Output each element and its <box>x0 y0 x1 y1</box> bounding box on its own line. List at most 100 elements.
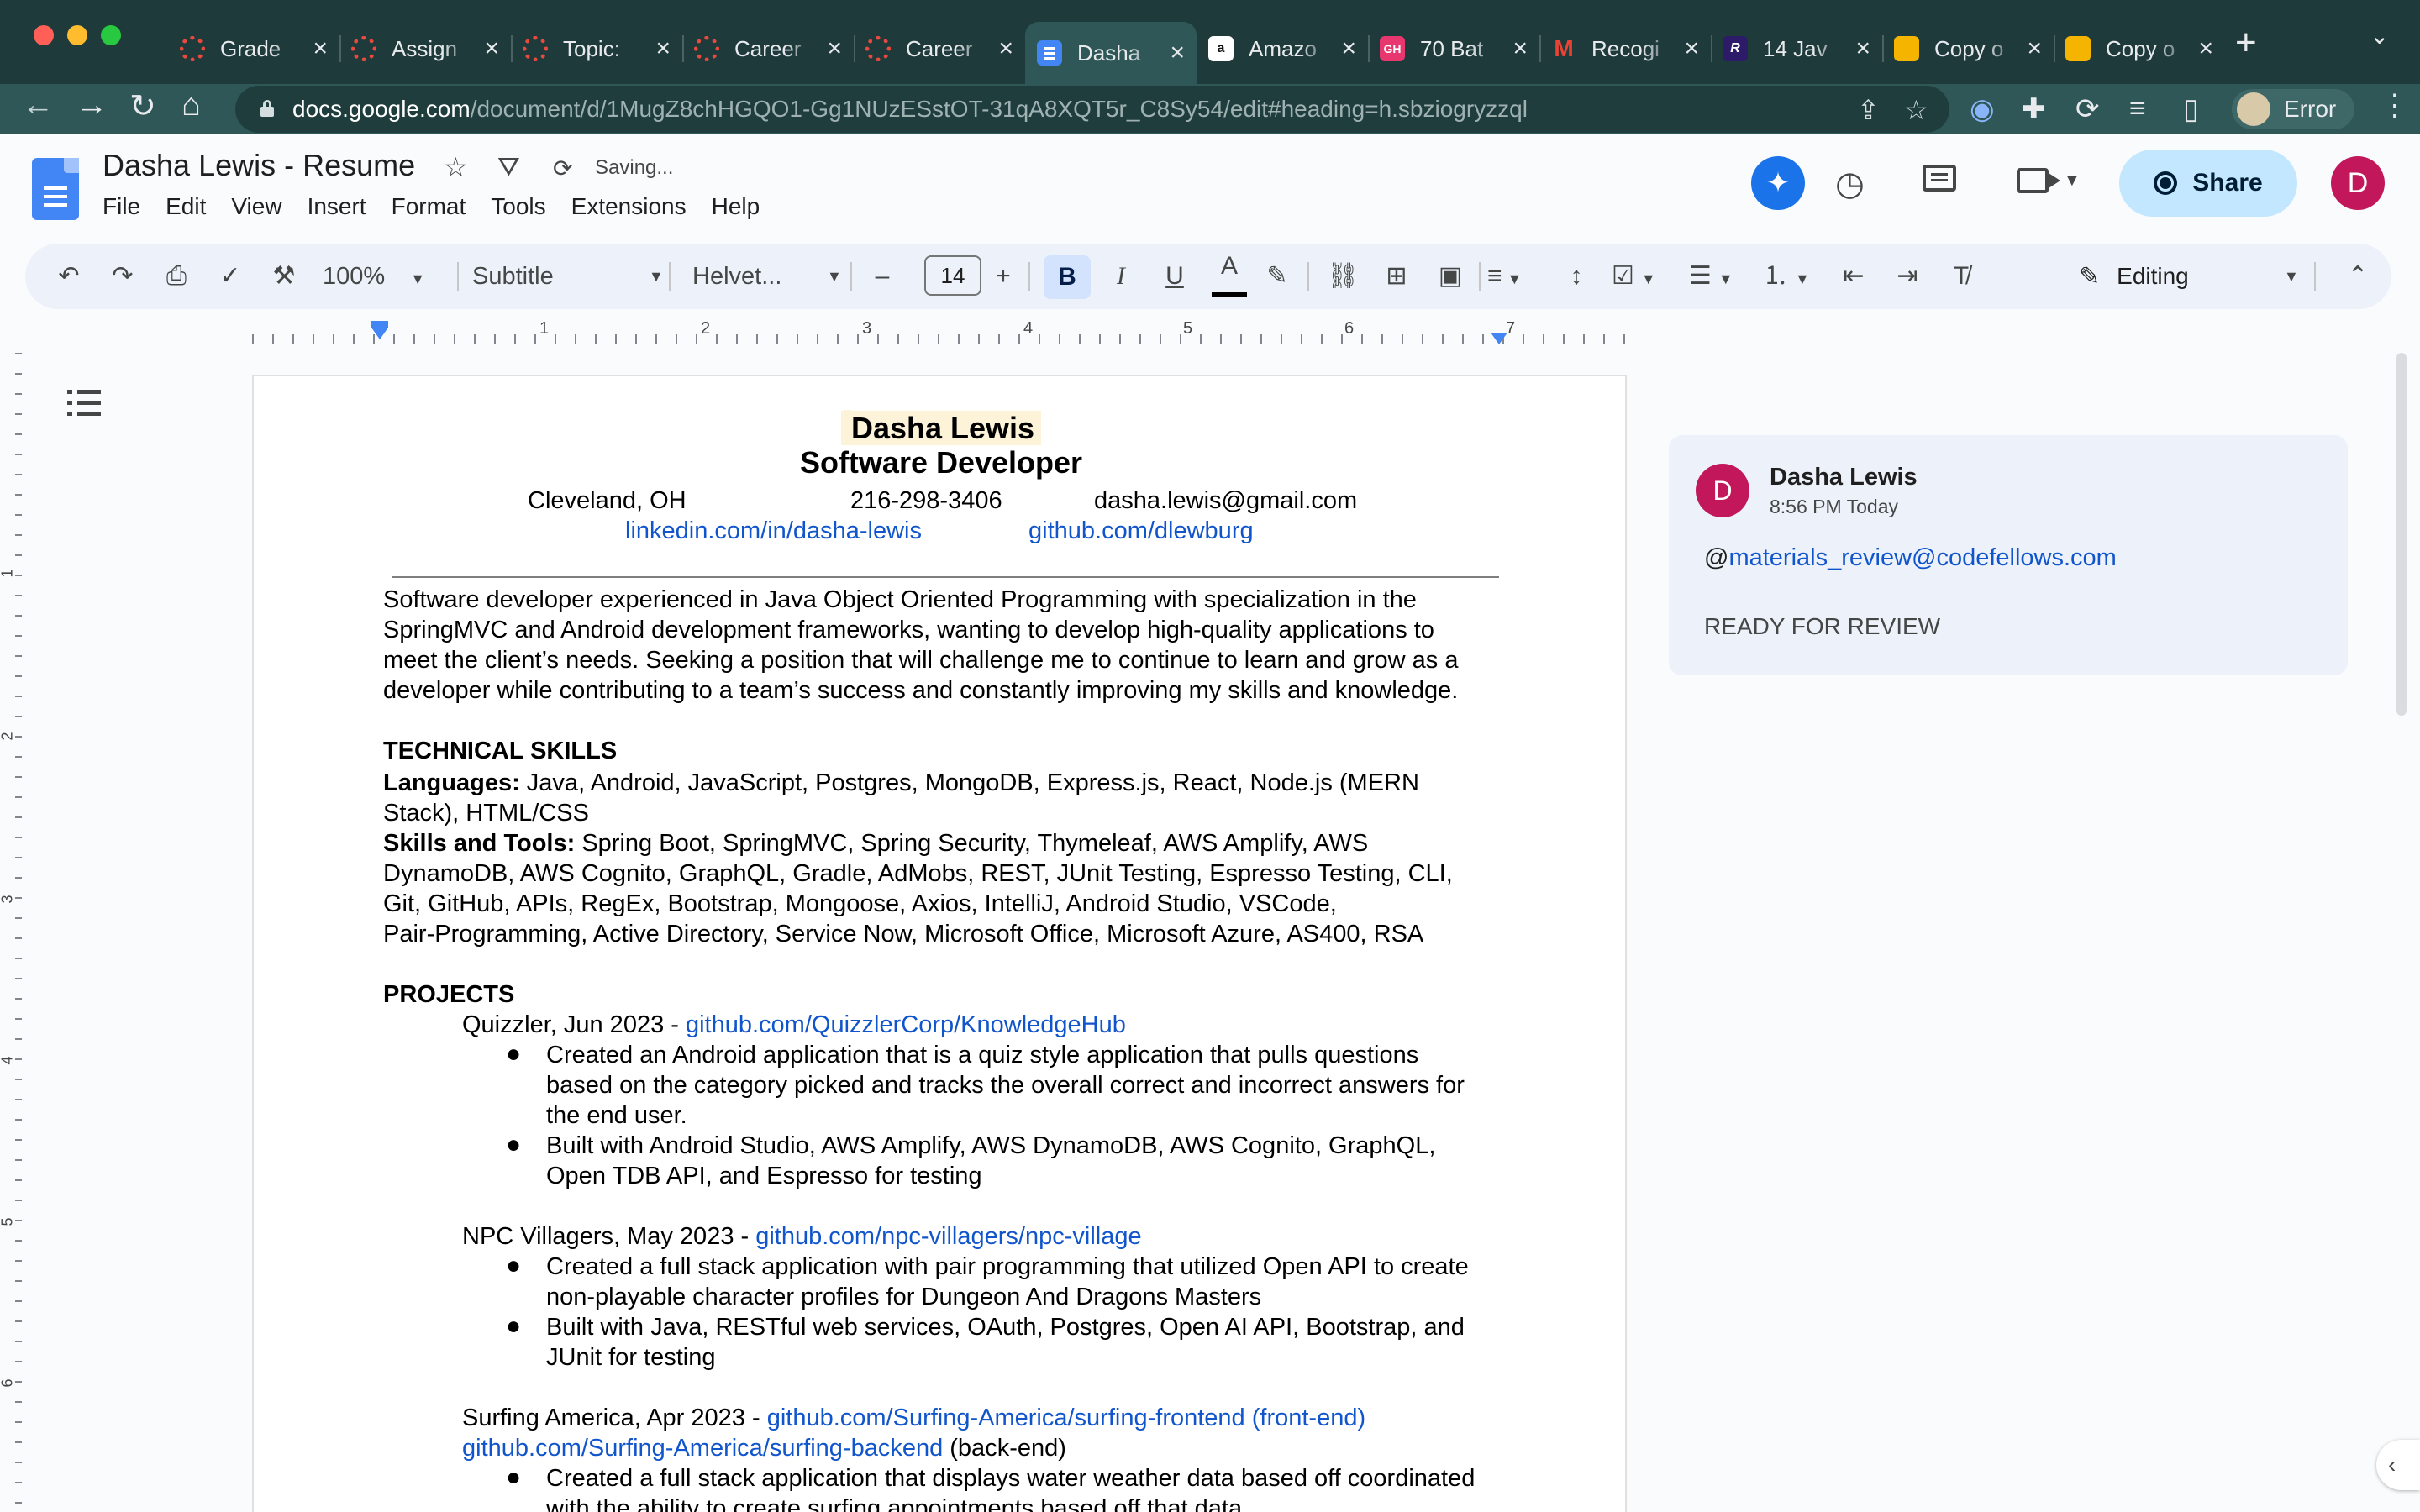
paragraph-style-select[interactable]: Subtitle ▼ <box>472 257 674 296</box>
tab-close-icon[interactable]: × <box>998 34 1013 63</box>
tab-close-icon[interactable]: × <box>2027 34 2042 63</box>
browser-tab[interactable]: GH 70 Bat × <box>1368 22 1539 76</box>
linkedin-link[interactable]: linkedin.com/in/dasha-lewis <box>625 516 922 546</box>
mention-link[interactable]: materials_review@codefellows.com <box>1728 544 2116 571</box>
menu-item-edit[interactable]: Edit <box>166 193 206 220</box>
lock-icon[interactable] <box>260 100 274 117</box>
spellcheck-icon[interactable]: ✓ <box>213 257 247 296</box>
sync-extension-icon[interactable]: ⟳ <box>2075 92 2100 126</box>
right-indent-marker[interactable] <box>1491 333 1507 344</box>
undo-icon[interactable]: ↶ <box>52 257 86 296</box>
underline-button[interactable]: U <box>1158 257 1192 296</box>
side-panel-icon[interactable]: ▯ <box>2183 92 2199 126</box>
home-icon[interactable]: ⌂ <box>182 87 201 123</box>
project-link[interactable]: github.com/Surfing-America/surfing-front… <box>767 1404 1365 1431</box>
menu-item-extensions[interactable]: Extensions <box>571 193 687 220</box>
left-indent-marker[interactable] <box>371 321 388 339</box>
new-tab-button[interactable]: + <box>2235 22 2257 64</box>
browser-tab[interactable]: Copy o × <box>1882 22 2054 76</box>
window-close-button[interactable] <box>34 25 54 45</box>
clear-formatting-icon[interactable]: T̸ <box>1944 257 1978 296</box>
forward-arrow-icon[interactable]: → <box>76 87 108 123</box>
reload-icon[interactable]: ↻ <box>129 87 156 125</box>
assistant-extension-button[interactable]: ✦ <box>1751 156 1805 210</box>
menu-item-insert[interactable]: Insert <box>308 193 366 220</box>
document-page[interactable]: Dasha Lewis Software Developer Cleveland… <box>252 375 1627 1512</box>
numbered-list-select[interactable]: ⒈ ▼ <box>1763 257 1822 296</box>
browser-tab[interactable]: Grade × <box>168 22 339 76</box>
italic-button[interactable]: I <box>1104 257 1138 296</box>
meet-camera-icon[interactable] <box>2017 168 2060 193</box>
tab-close-icon[interactable]: × <box>484 34 499 63</box>
menu-item-help[interactable]: Help <box>712 193 760 220</box>
move-to-folder-icon[interactable]: ⛛ <box>497 151 520 183</box>
decrease-font-size-icon[interactable]: – <box>865 257 899 296</box>
browser-tab[interactable]: Career × <box>854 22 1025 76</box>
line-spacing-icon[interactable]: ↕ <box>1560 257 1593 296</box>
insert-link-icon[interactable]: ⛓ <box>1324 257 1361 296</box>
add-comment-icon[interactable]: ⊞ <box>1380 257 1413 296</box>
bold-button[interactable]: B <box>1044 255 1091 299</box>
zoom-select[interactable]: 100% ▼ <box>323 257 440 296</box>
menu-item-file[interactable]: File <box>103 193 140 220</box>
editing-mode-select[interactable]: ✎ Editing ▼ <box>2079 255 2304 297</box>
project-link[interactable]: github.com/npc-villagers/npc-village <box>755 1223 1141 1250</box>
text-color-button[interactable]: A <box>1210 252 1249 299</box>
browser-tab[interactable]: Career × <box>682 22 854 76</box>
highlight-color-icon[interactable]: ✎ <box>1260 257 1294 296</box>
document-outline-icon[interactable] <box>67 388 101 418</box>
window-maximize-button[interactable] <box>101 25 121 45</box>
menu-item-view[interactable]: View <box>231 193 281 220</box>
hide-menus-chevron-icon[interactable]: ⌃ <box>2341 257 2375 296</box>
comments-icon[interactable] <box>1923 165 1956 192</box>
font-family-select[interactable]: Helvet... ▼ <box>692 257 860 296</box>
redo-icon[interactable]: ↷ <box>106 257 139 296</box>
profile-chip[interactable]: Error <box>2232 89 2354 129</box>
browser-tab[interactable]: M Recogi × <box>1539 22 1711 76</box>
version-history-icon[interactable]: ◷ <box>1835 165 1865 203</box>
tab-close-icon[interactable]: × <box>1855 34 1870 63</box>
tab-close-icon[interactable]: × <box>313 34 328 63</box>
back-arrow-icon[interactable]: ← <box>22 87 54 123</box>
tab-search-chevron-icon[interactable]: ⌄ <box>2370 22 2389 50</box>
bookmark-star-icon[interactable]: ☆ <box>1904 94 1928 126</box>
decrease-indent-icon[interactable]: ⇤ <box>1837 257 1870 296</box>
project-link[interactable]: github.com/QuizzlerCorp/KnowledgeHub <box>686 1011 1126 1038</box>
browser-tab[interactable]: a Amazo × <box>1197 22 1368 76</box>
tab-close-icon[interactable]: × <box>655 34 671 63</box>
menu-item-tools[interactable]: Tools <box>491 193 545 220</box>
tab-close-icon[interactable]: × <box>1684 34 1699 63</box>
share-button[interactable]: Share <box>2119 150 2297 217</box>
comment-card[interactable]: D Dasha Lewis 8:56 PM Today @materials_r… <box>1669 435 2348 675</box>
extension-circle-icon[interactable]: ◉ <box>1970 92 1995 126</box>
font-size-input[interactable]: 14 <box>924 255 981 296</box>
print-icon[interactable]: ⎙ <box>160 257 193 296</box>
meet-caret-icon[interactable]: ▼ <box>2064 171 2081 191</box>
insert-image-icon[interactable]: ▣ <box>1434 257 1467 296</box>
paint-format-icon[interactable]: ⚒ <box>267 257 301 296</box>
url-text[interactable]: docs.google.com/document/d/1MugZ8chHGQO1… <box>292 96 1528 123</box>
bulleted-list-select[interactable]: ☰ ▼ <box>1689 257 1748 296</box>
tab-close-icon[interactable]: × <box>2198 34 2213 63</box>
tab-close-icon[interactable]: × <box>1341 34 1356 63</box>
increase-font-size-icon[interactable]: + <box>986 257 1020 296</box>
browser-tab[interactable]: Assign × <box>339 22 511 76</box>
align-select[interactable]: ≡ ▼ <box>1487 257 1546 296</box>
resume-name[interactable]: Dasha Lewis <box>254 410 1625 446</box>
resume-subtitle[interactable]: Software Developer <box>254 445 1625 480</box>
checklist-select[interactable]: ☑ ▼ <box>1612 257 1670 296</box>
star-icon[interactable]: ☆ <box>444 151 468 183</box>
saving-status-icon[interactable]: ⟳ <box>553 155 572 182</box>
menu-item-format[interactable]: Format <box>392 193 466 220</box>
tab-close-icon[interactable]: × <box>1512 34 1528 63</box>
browser-tab[interactable]: Topic: × <box>511 22 682 76</box>
github-link[interactable]: github.com/dlewburg <box>1028 516 1254 546</box>
browser-tab[interactable]: Copy o × <box>2054 22 2225 76</box>
browser-menu-icon[interactable]: ⋮ <box>2380 87 2410 123</box>
address-bar[interactable]: docs.google.com/document/d/1MugZ8chHGQO1… <box>235 86 1949 133</box>
side-panel-collapse-chevron-icon[interactable]: ‹ <box>2376 1440 2420 1490</box>
vertical-ruler[interactable]: 1 2 3 4 5 6 <box>0 353 25 1512</box>
docs-logo-icon[interactable] <box>32 158 79 220</box>
share-page-icon[interactable]: ⇪ <box>1857 94 1880 126</box>
tab-close-icon[interactable]: × <box>1170 39 1185 67</box>
